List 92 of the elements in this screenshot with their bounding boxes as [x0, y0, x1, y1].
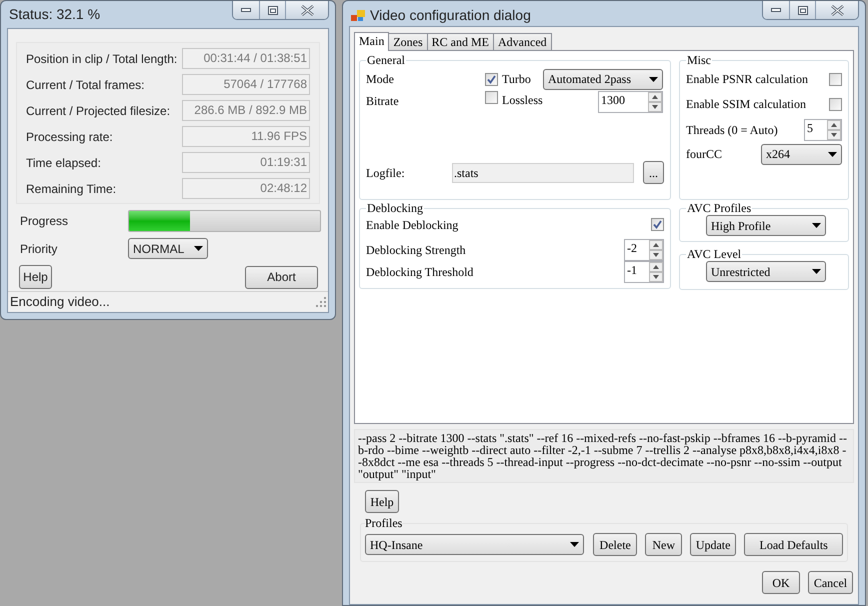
check-icon [487, 74, 496, 84]
field-label: Time elapsed: [26, 154, 101, 172]
spinner-arrows-icon [649, 262, 663, 282]
minimize-icon [771, 8, 781, 12]
turbo-label: Turbo [502, 71, 532, 88]
value-field: 01:19:31 [182, 152, 310, 173]
strength-spinner[interactable]: -2 [624, 239, 664, 261]
new-button[interactable]: New [645, 533, 682, 556]
value-field: 57064 / 177768 [182, 74, 310, 95]
window-title: Status: 32.1 % [9, 5, 100, 24]
threads-spinner[interactable]: 5 [804, 119, 842, 141]
lossless-label: Lossless [502, 92, 544, 109]
strength-label: Deblocking Strength [366, 242, 466, 259]
checkbox[interactable] [485, 91, 498, 104]
maximize-button[interactable] [790, 1, 816, 19]
group-title: General [366, 54, 406, 67]
value-field: 02:48:12 [182, 178, 310, 199]
group-title: AVC Profiles [686, 202, 752, 215]
ok-button[interactable]: OK [762, 571, 800, 594]
field-label: Current / Projected filesize: [26, 102, 170, 120]
avc-profile-dropdown[interactable]: High Profile [706, 215, 826, 236]
threads-label: Threads (0 = Auto) [686, 122, 778, 139]
value-field: 286.6 MB / 892.9 MB [182, 100, 310, 121]
app-icon [351, 10, 365, 22]
bitrate-label: Bitrate [366, 93, 400, 110]
maximize-icon [268, 6, 278, 14]
command-line-text: --pass 2 --bitrate 1300 --stats ".stats" --ref 16 --mixed-refs --no-fast-pskip --bframes 16 --b-pyramid --b-rdo --bime --weightb --direct auto --filter -2,-1 --subme 7 --trellis 2 --analyse p8x8,b8x8,i4x4,i8x8 --8x8dct --me esa --threads 5 --thread-input --progress --no-dct-decimate --no-psnr --no-ssim --output "output" "input" [354, 429, 854, 483]
checkbox[interactable] [651, 218, 664, 231]
bitrate-spinner[interactable]: 1300 [598, 91, 663, 113]
update-button[interactable]: Update [690, 533, 736, 556]
field-label: Position in clip / Total length: [26, 50, 178, 68]
field-label: Remaining Time: [26, 180, 116, 198]
checkbox[interactable] [485, 72, 498, 86]
abort-button[interactable]: Abort [245, 266, 318, 288]
minimize-button[interactable] [763, 1, 790, 19]
enable-deblocking-label: Enable Deblocking [366, 216, 458, 234]
minimize-icon [241, 8, 251, 12]
load-defaults-button[interactable]: Load Defaults [744, 533, 844, 556]
progress-label: Progress [20, 213, 70, 230]
ssim-label: Enable SSIM calculation [686, 96, 806, 113]
spinner-arrows-icon [827, 120, 841, 140]
resize-grip-icon [316, 297, 326, 307]
field-label: Processing rate: [26, 128, 113, 146]
status-text: Encoding video... [10, 293, 110, 312]
fourcc-label: fourCC [686, 146, 722, 163]
minimize-button[interactable] [233, 1, 260, 19]
tab[interactable]: Advanced [493, 33, 552, 50]
threshold-label: Deblocking Threshold [366, 264, 474, 281]
dropdown-caret-icon [194, 246, 203, 251]
checkbox[interactable] [829, 72, 842, 86]
profile-dropdown[interactable]: HQ-Insane [365, 534, 584, 555]
avc-level-dropdown[interactable]: Unrestricted [706, 261, 826, 282]
window-title: Video configuration dialog [370, 6, 531, 25]
dropdown-caret-icon [828, 152, 837, 156]
tab[interactable]: Zones [388, 33, 428, 50]
dropdown-caret-icon [812, 223, 821, 228]
cancel-button[interactable]: Cancel [808, 571, 853, 594]
value-field: 00:31:44 / 01:38:51 [182, 48, 310, 69]
logfile-field[interactable]: .stats [452, 162, 634, 182]
spinner-arrows-icon [648, 92, 662, 112]
group-title: Misc [686, 54, 712, 67]
dropdown-caret-icon [649, 76, 658, 82]
help-button[interactable]: Help [365, 490, 399, 513]
mode-dropdown[interactable]: Automated 2pass [543, 68, 663, 90]
browse-button[interactable]: ... [643, 161, 664, 184]
priority-dropdown[interactable]: NORMAL [128, 238, 208, 259]
tab[interactable]: RC and ME [426, 33, 494, 50]
close-icon [830, 4, 844, 16]
check-icon [653, 220, 662, 229]
close-icon [300, 4, 314, 16]
field-label: Current / Total frames: [26, 76, 144, 94]
delete-button[interactable]: Delete [593, 533, 638, 556]
threshold-spinner[interactable]: -1 [624, 261, 664, 283]
logfile-label: Logfile: [366, 164, 406, 182]
spinner-arrows-icon [649, 240, 663, 260]
checkbox[interactable] [829, 98, 842, 110]
group-title: Deblocking [366, 202, 424, 215]
close-button[interactable] [816, 1, 858, 19]
priority-label: Priority [20, 240, 58, 258]
close-button[interactable] [286, 1, 328, 19]
mode-label: Mode [366, 71, 395, 88]
maximize-icon [798, 6, 808, 14]
maximize-button[interactable] [260, 1, 286, 19]
fourcc-dropdown[interactable]: x264 [761, 144, 842, 164]
tab[interactable]: Main [354, 32, 390, 51]
dropdown-caret-icon [812, 269, 821, 274]
value-field: 11.96 FPS [182, 126, 310, 147]
group-title: AVC Level [686, 248, 742, 261]
help-button[interactable]: Help [19, 265, 52, 289]
dropdown-caret-icon [570, 542, 579, 547]
group-title: Profiles [365, 517, 402, 530]
psnr-label: Enable PSNR calculation [686, 71, 808, 88]
